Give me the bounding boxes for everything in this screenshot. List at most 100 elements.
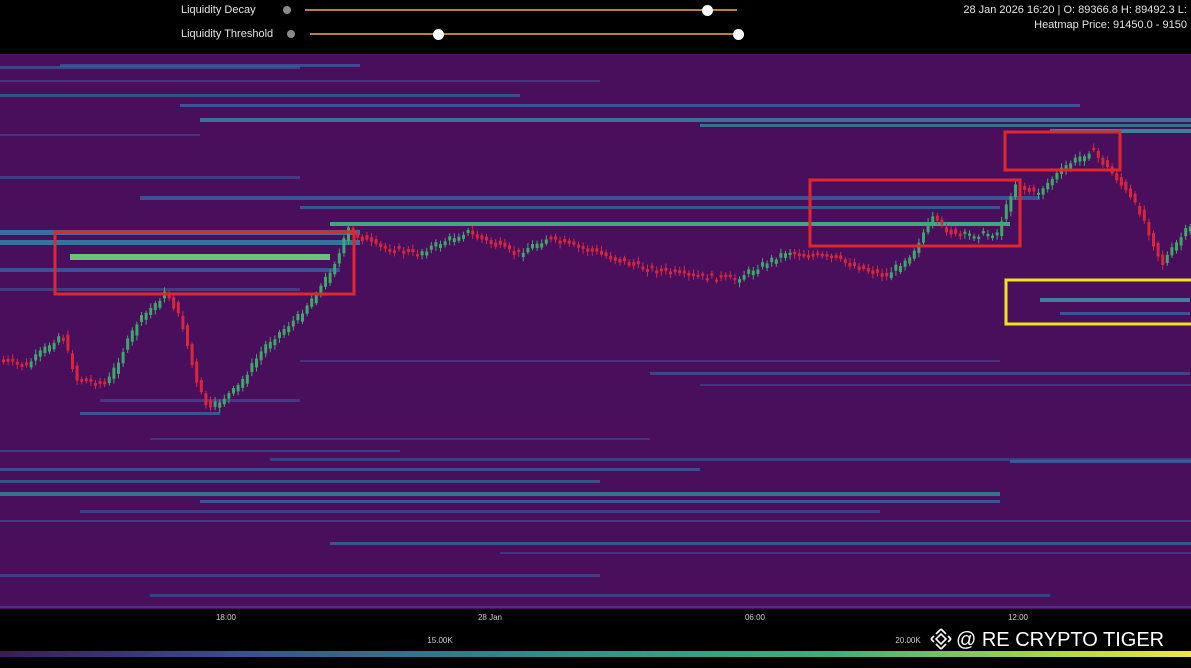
- help-icon[interactable]: [287, 30, 295, 38]
- candle-body: [489, 240, 493, 245]
- candle-body: [903, 260, 907, 267]
- candle-body: [370, 237, 373, 242]
- candle-body: [682, 270, 686, 274]
- liquidity-band: [1060, 312, 1190, 315]
- candle-body: [282, 328, 286, 335]
- candle-body: [103, 381, 107, 385]
- candle-body: [494, 242, 498, 247]
- liquidity-band: [0, 94, 520, 97]
- candle-body: [498, 240, 502, 245]
- liquidity-band: [0, 450, 400, 452]
- candle-body: [912, 250, 916, 259]
- candle-body: [236, 385, 240, 392]
- candle-body: [84, 378, 88, 382]
- candle-body: [641, 266, 645, 270]
- candle-body: [600, 250, 603, 255]
- candle-body: [213, 401, 217, 407]
- candle-body: [1184, 228, 1188, 237]
- candle-body: [1096, 150, 1100, 158]
- candle-body: [710, 273, 714, 276]
- candle-body: [1078, 156, 1082, 162]
- candle-body: [397, 246, 401, 249]
- candle-body: [1156, 243, 1160, 257]
- candle-body: [876, 269, 879, 273]
- candle-body: [402, 250, 406, 254]
- candle-body: [719, 275, 723, 278]
- candle-body: [291, 320, 295, 327]
- candle-body: [121, 352, 125, 364]
- liquidity-band: [70, 254, 330, 260]
- candle-body: [627, 262, 631, 266]
- candle-body: [917, 242, 921, 253]
- candle-body: [945, 227, 948, 233]
- candle-body: [991, 235, 994, 238]
- candle-body: [199, 379, 203, 393]
- candle-body: [1142, 209, 1146, 221]
- candle-body: [756, 269, 760, 274]
- candle-body: [301, 313, 304, 322]
- liquidity-threshold-low-thumb[interactable]: [433, 29, 445, 40]
- candle-body: [1115, 173, 1119, 181]
- liquidity-decay-slider[interactable]: [305, 5, 737, 16]
- help-icon[interactable]: [283, 6, 291, 14]
- x-axis-tick: 06:00: [744, 613, 766, 622]
- candle-body: [1004, 204, 1008, 220]
- candle-body: [264, 344, 268, 354]
- candle-body: [742, 275, 746, 280]
- candle-body: [314, 295, 318, 304]
- candle-body: [788, 252, 792, 255]
- candle-body: [724, 274, 728, 278]
- candle-body: [797, 253, 801, 257]
- candle-body: [1023, 185, 1027, 190]
- liquidity-threshold-slider[interactable]: [310, 29, 744, 40]
- candle-body: [245, 374, 249, 384]
- candle-body: [195, 361, 199, 383]
- candle-body: [434, 242, 438, 247]
- candle-body: [816, 252, 820, 256]
- candle-body: [61, 337, 65, 341]
- candle-body: [1124, 181, 1128, 191]
- liquidity-band: [80, 412, 220, 415]
- liquidity-threshold-high-thumb[interactable]: [733, 29, 744, 40]
- candle-body: [1055, 173, 1059, 180]
- liquidity-band: [700, 124, 1191, 127]
- candle-body: [388, 249, 392, 252]
- candle-body: [747, 269, 751, 274]
- candle-body: [1069, 163, 1073, 169]
- candle-body: [705, 278, 709, 281]
- candle-body: [204, 393, 208, 406]
- ohlc-readout: 28 Jan 2026 16:20 | O: 89366.8 H: 89492.…: [963, 4, 1187, 16]
- liquidity-decay-thumb[interactable]: [701, 5, 713, 16]
- candle-body: [834, 255, 838, 258]
- candle-body: [1087, 153, 1091, 159]
- candle-body: [324, 276, 327, 287]
- candle-body: [687, 272, 691, 276]
- candle-body: [793, 251, 797, 255]
- candle-body: [480, 235, 484, 240]
- candle-body: [885, 272, 889, 277]
- liquidity-heatmap-chart[interactable]: [0, 54, 1191, 609]
- candle-body: [678, 270, 682, 274]
- candle-body: [968, 233, 971, 236]
- candle-body: [1138, 205, 1142, 215]
- liquidity-band: [0, 134, 200, 136]
- candle-body: [452, 238, 456, 243]
- candle-body: [1129, 188, 1132, 198]
- candle-body: [770, 257, 774, 263]
- candle-body: [1092, 147, 1096, 151]
- candle-body: [117, 362, 120, 374]
- candle-body: [1106, 160, 1109, 168]
- candle-body: [43, 346, 47, 353]
- candle-body: [949, 229, 953, 235]
- candle-body: [241, 378, 245, 388]
- candle-body: [761, 262, 764, 267]
- candle-body: [673, 269, 677, 273]
- liquidity-band: [200, 500, 1000, 503]
- liquidity-band: [0, 520, 1191, 522]
- candle-body: [1046, 182, 1050, 190]
- candle-body: [443, 241, 447, 246]
- candle-body: [232, 388, 235, 394]
- liquidity-band: [0, 606, 1191, 608]
- candle-body: [337, 253, 341, 264]
- candle-body: [733, 277, 737, 281]
